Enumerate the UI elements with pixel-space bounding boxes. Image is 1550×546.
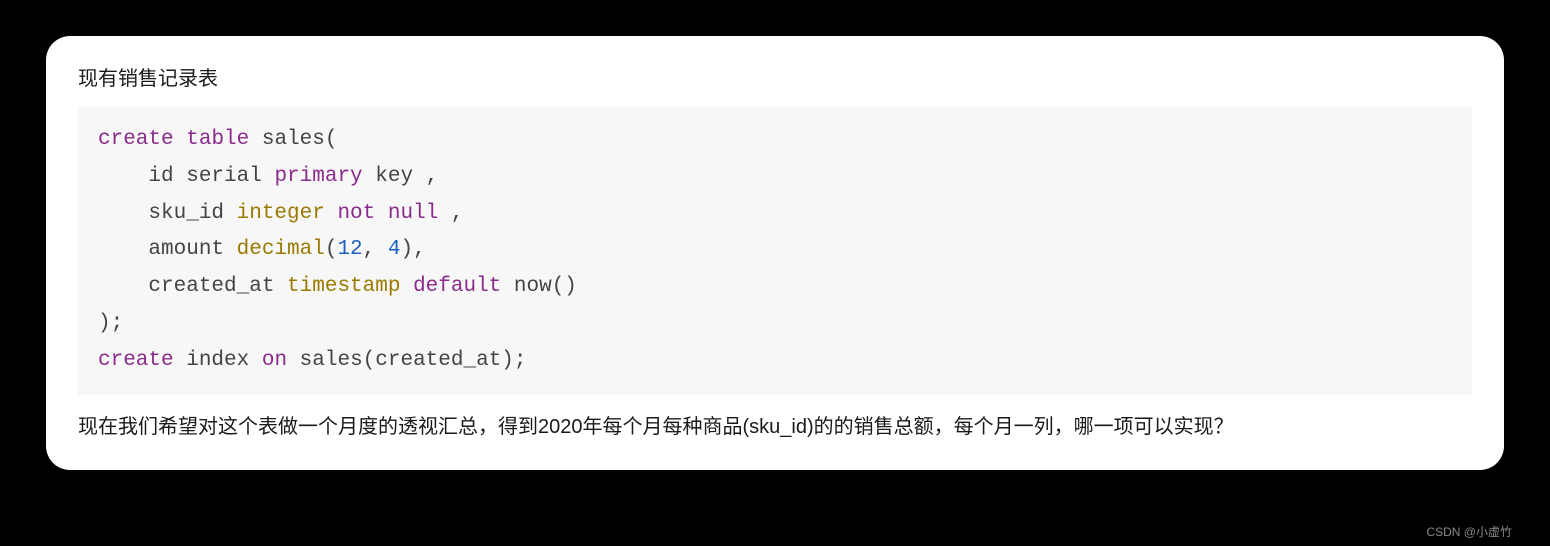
watermark: CSDN @小虚竹 bbox=[1426, 523, 1512, 540]
code-token: , bbox=[363, 238, 388, 261]
code-token: timestamp bbox=[287, 275, 400, 298]
code-token: default bbox=[413, 275, 501, 298]
code-token: not bbox=[337, 202, 375, 225]
code-token bbox=[375, 202, 388, 225]
code-token: key , bbox=[363, 165, 439, 188]
code-token: created_at bbox=[98, 275, 287, 298]
code-token: id serial bbox=[98, 165, 274, 188]
code-token: create bbox=[98, 349, 174, 372]
code-token: sales(created_at); bbox=[287, 349, 526, 372]
code-token: table bbox=[186, 128, 249, 151]
code-token: create bbox=[98, 128, 174, 151]
code-token: now() bbox=[501, 275, 577, 298]
code-token: amount bbox=[98, 238, 237, 261]
content-card: 现有销售记录表 create table sales( id serial pr… bbox=[46, 36, 1504, 470]
code-token: on bbox=[262, 349, 287, 372]
question-text: 现在我们希望对这个表做一个月度的透视汇总，得到2020年每个月每种商品(sku_… bbox=[78, 409, 1472, 446]
code-token: ), bbox=[401, 238, 426, 261]
code-token: integer bbox=[237, 202, 325, 225]
code-token: 4 bbox=[388, 238, 401, 261]
code-token: sku_id bbox=[98, 202, 237, 225]
code-token: 12 bbox=[337, 238, 362, 261]
code-token: , bbox=[438, 202, 463, 225]
intro-text: 现有销售记录表 bbox=[78, 64, 1472, 94]
code-token: sales( bbox=[249, 128, 337, 151]
code-token: primary bbox=[274, 165, 362, 188]
code-token bbox=[400, 275, 413, 298]
code-block: create table sales( id serial primary ke… bbox=[78, 106, 1472, 395]
code-token: null bbox=[388, 202, 438, 225]
code-token: decimal bbox=[237, 238, 325, 261]
code-token: ( bbox=[325, 238, 338, 261]
code-token bbox=[325, 202, 338, 225]
code-token: index bbox=[174, 349, 262, 372]
code-token: ); bbox=[98, 312, 123, 335]
